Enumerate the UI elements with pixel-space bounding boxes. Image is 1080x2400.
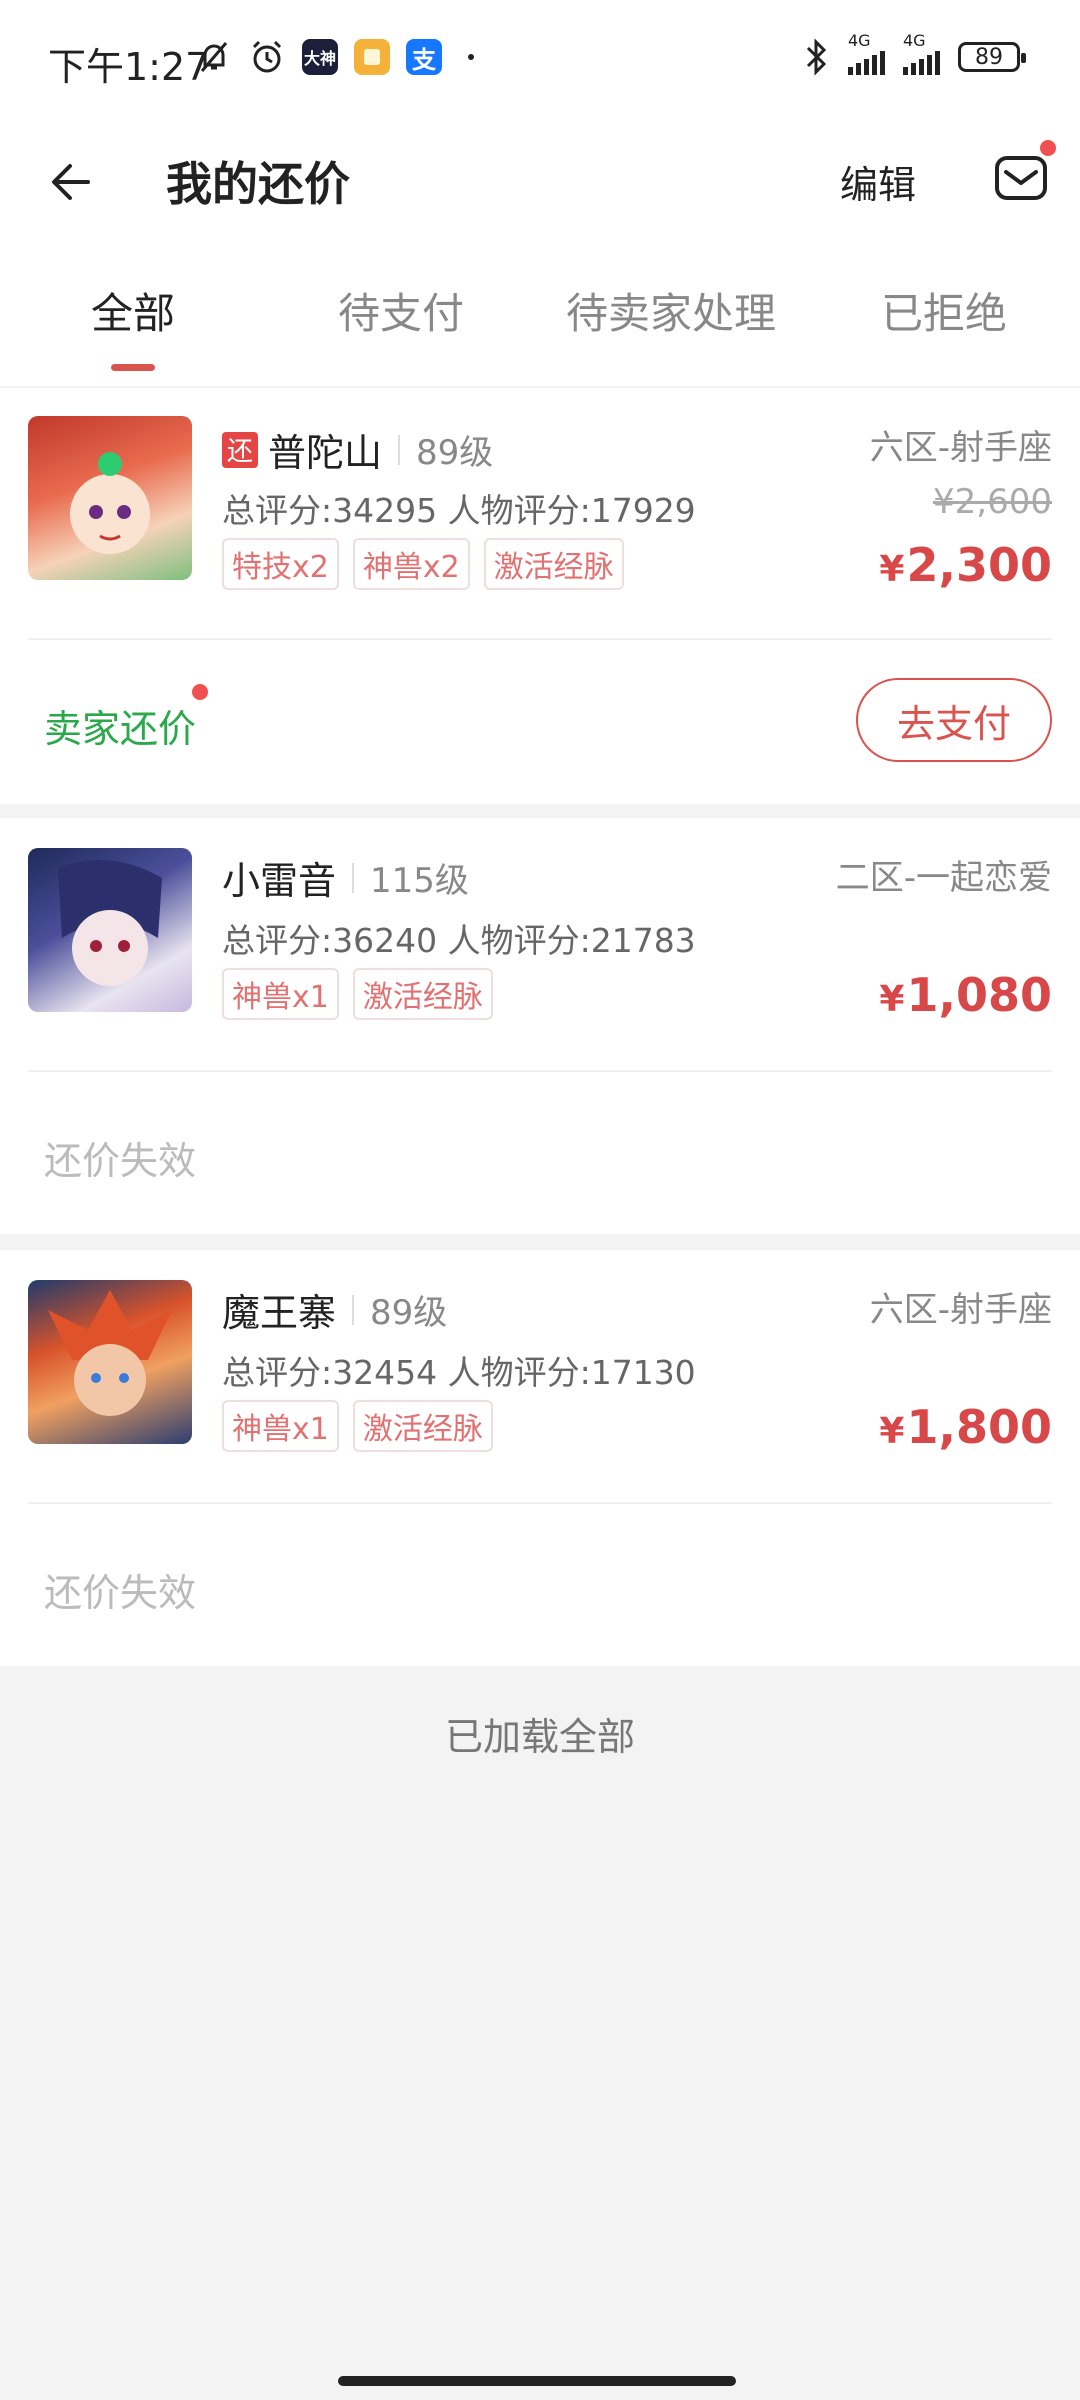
status-right-icons: 4G 4G 89	[804, 31, 1026, 76]
tag: 激活经脉	[352, 1400, 493, 1452]
notes-app-icon	[354, 39, 390, 75]
alipay-app-icon: 支	[406, 39, 442, 75]
server-name: 六区-射手座	[869, 428, 1052, 468]
tag: 神兽x1	[222, 968, 339, 1020]
nav-header: 我的还价 编辑	[0, 120, 1080, 260]
bluetooth-icon	[806, 38, 827, 76]
network-label-1: 4G	[848, 31, 871, 50]
score-text: 总评分:36240 人物评分:21783	[222, 921, 696, 960]
dashen-app-icon: 大神	[302, 39, 338, 75]
name-row: 魔王寨 89级	[222, 1282, 447, 1337]
divider	[28, 1070, 1052, 1072]
battery-icon: 89	[958, 42, 1026, 72]
mail-unread-dot	[1040, 140, 1056, 156]
tag: 激活经脉	[352, 968, 493, 1020]
divider	[28, 638, 1052, 640]
character-name: 小雷音	[222, 859, 337, 903]
character-level: 89级	[416, 433, 494, 473]
tab-rejected[interactable]: 已拒绝	[881, 280, 1007, 341]
tab-pending-seller[interactable]: 待卖家处理	[566, 280, 776, 341]
character-name: 普陀山	[268, 431, 383, 475]
price-value: 2,300	[906, 538, 1052, 592]
server-name: 六区-射手座	[869, 1290, 1052, 1330]
status-left-icons: 大神 支	[196, 38, 474, 76]
separator	[398, 434, 401, 465]
tab-pending-payment[interactable]: 待支付	[338, 280, 464, 341]
character-name: 魔王寨	[222, 1291, 337, 1335]
tag-list: 特技x2 神兽x2 激活经脉	[222, 538, 624, 590]
tag: 激活经脉	[483, 538, 624, 590]
status-bar: 下午1:27 大神 支 4G 4G 89	[0, 0, 1080, 120]
offer-status: 卖家还价	[44, 707, 197, 751]
original-price: ¥2,600	[933, 482, 1052, 522]
offer-status: 还价失效	[44, 1139, 197, 1183]
separator	[352, 862, 355, 893]
score-text: 总评分:32454 人物评分:17130	[222, 1353, 696, 1392]
battery-level: 89	[975, 44, 1003, 70]
page-title: 我的还价	[166, 157, 350, 211]
price-symbol: ¥	[879, 549, 905, 590]
tab-bar: 全部 待支付 待卖家处理 已拒绝	[0, 260, 1080, 386]
offer-status: 还价失效	[44, 1571, 197, 1615]
alarm-icon	[252, 40, 282, 73]
name-row: 还 普陀山 89级	[222, 422, 493, 477]
name-row: 小雷音 115级	[222, 850, 469, 905]
price-value: 1,800	[906, 1400, 1052, 1454]
signal-icon-2: 4G	[903, 31, 940, 75]
divider	[28, 1502, 1052, 1504]
tag-list: 神兽x1 激活经脉	[222, 968, 493, 1020]
status-unread-dot	[192, 684, 208, 700]
offer-price: ¥1,800	[879, 1400, 1052, 1454]
network-label-2: 4G	[903, 31, 926, 50]
mail-icon	[995, 156, 1047, 200]
mail-button[interactable]	[992, 140, 1056, 206]
character-level: 115级	[370, 861, 469, 901]
pay-button[interactable]: 去支付	[856, 678, 1052, 762]
price-symbol: ¥	[879, 979, 905, 1020]
server-name: 二区-一起恋爱	[835, 858, 1052, 898]
tag: 神兽x1	[222, 1400, 339, 1452]
tab-all[interactable]: 全部	[91, 280, 175, 341]
tag: 神兽x2	[352, 538, 470, 590]
character-avatar	[28, 416, 192, 580]
separator	[352, 1294, 355, 1325]
tag-list: 神兽x1 激活经脉	[222, 1400, 493, 1452]
character-avatar	[28, 848, 192, 1012]
score-text: 总评分:34295 人物评分:17929	[222, 491, 696, 530]
price-value: 1,080	[906, 968, 1052, 1022]
signal-icon-1: 4G	[848, 31, 885, 75]
character-level: 89级	[370, 1293, 448, 1333]
offer-card[interactable]: 魔王寨 89级 六区-射手座 总评分:32454 人物评分:17130 神兽x1…	[0, 1250, 1080, 1666]
offer-price: ¥1,080	[879, 968, 1052, 1022]
tab-active-indicator	[111, 364, 155, 371]
counter-offer-badge: 还	[222, 431, 258, 468]
status-time: 下午1:27	[48, 45, 210, 89]
price-symbol: ¥	[879, 1411, 905, 1452]
offer-card[interactable]: 小雷音 115级 二区-一起恋爱 总评分:36240 人物评分:21783 神兽…	[0, 818, 1080, 1234]
more-dot-icon	[468, 54, 474, 60]
list-end-text: 已加载全部	[444, 1715, 635, 1759]
home-indicator[interactable]	[338, 2376, 736, 2386]
offer-price: ¥2,300	[879, 538, 1052, 592]
back-arrow-icon[interactable]	[48, 152, 108, 212]
offer-card[interactable]: 还 普陀山 89级 六区-射手座 总评分:34295 人物评分:17929 特技…	[0, 388, 1080, 804]
edit-button[interactable]: 编辑	[840, 154, 916, 209]
mute-bell-icon	[200, 42, 228, 72]
tag: 特技x2	[222, 538, 339, 590]
character-avatar	[28, 1280, 192, 1444]
